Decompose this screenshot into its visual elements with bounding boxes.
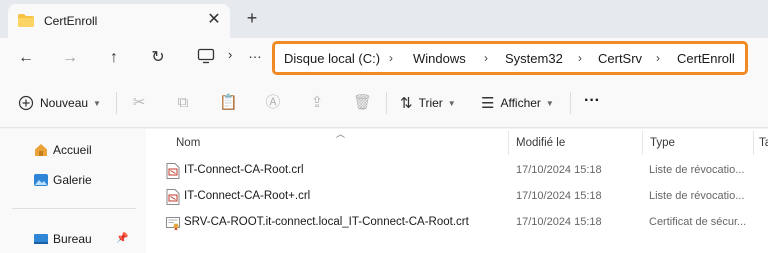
- certificate-file-icon: [166, 217, 180, 231]
- forward-arrow-icon[interactable]: →: [58, 46, 82, 70]
- crl-file-icon: [166, 163, 180, 179]
- file-modified: 17/10/2024 15:18: [516, 190, 602, 202]
- chevron-down-icon: ▼: [545, 98, 554, 108]
- file-type: Liste de révocatio...: [649, 190, 745, 202]
- chevron-down-icon: ▼: [93, 98, 101, 108]
- paste-icon[interactable]: 📋: [219, 94, 238, 112]
- tab-certenroll[interactable]: CertEnroll ✕: [8, 4, 230, 38]
- more-options-button[interactable]: ···: [584, 91, 600, 111]
- chevron-right-icon[interactable]: ›: [484, 51, 488, 65]
- file-name: IT-Connect-CA-Root.crl: [184, 164, 304, 176]
- breadcrumb-item-windows[interactable]: Windows: [413, 51, 466, 66]
- sort-button-label: Trier: [418, 96, 443, 110]
- sort-button[interactable]: ⇅ Trier ▼: [400, 93, 456, 113]
- divider: [386, 92, 387, 114]
- home-icon: [35, 144, 47, 156]
- sidebar-item-accueil[interactable]: Accueil: [33, 141, 92, 159]
- refresh-icon[interactable]: ↻: [146, 46, 170, 70]
- delete-icon[interactable]: 🗑: [353, 94, 372, 112]
- chevron-right-icon[interactable]: ›: [656, 51, 660, 65]
- new-button[interactable]: Nouveau ▼: [18, 93, 101, 113]
- divider: [12, 208, 136, 209]
- command-bar: Nouveau ▼ ✂ ⧉ 📋 Ⓐ ⇪ 🗑 ⇅ Trier ▼ ☰ Affich…: [0, 78, 768, 128]
- crl-file-icon: [166, 189, 180, 205]
- breadcrumb[interactable]: Disque local (C:) › Windows › System32 ›…: [272, 41, 748, 75]
- cut-icon[interactable]: ✂: [130, 94, 148, 112]
- view-list-icon: ☰: [481, 95, 495, 112]
- chevron-right-icon[interactable]: ›: [578, 51, 582, 65]
- close-tab-icon[interactable]: ✕: [204, 10, 224, 30]
- gallery-icon: [34, 174, 48, 186]
- file-list: ︿ Nom Modifié le Type Ta IT-Connect-CA-R…: [146, 129, 768, 253]
- table-row[interactable]: IT-Connect-CA-Root+.crl 17/10/2024 15:18…: [146, 185, 768, 209]
- navigation-bar: ← → ↑ ↻ › … Disque local (C:) › Windows …: [0, 38, 768, 78]
- new-button-label: Nouveau: [40, 96, 89, 110]
- chevron-right-icon[interactable]: ›: [228, 47, 232, 62]
- rename-icon[interactable]: Ⓐ: [264, 94, 282, 112]
- table-row[interactable]: IT-Connect-CA-Root.crl 17/10/2024 15:18 …: [146, 159, 768, 183]
- file-name: SRV-CA-ROOT.it-connect.local_IT-Connect-…: [184, 216, 469, 228]
- breadcrumb-item-certsrv[interactable]: CertSrv: [598, 51, 642, 66]
- back-arrow-icon[interactable]: ←: [14, 46, 38, 70]
- column-header-name[interactable]: Nom: [176, 137, 200, 149]
- navigation-pane: Accueil Galerie Bureau 📌: [0, 129, 146, 253]
- chevron-down-icon: ▼: [447, 98, 456, 108]
- column-divider[interactable]: [642, 131, 643, 155]
- up-arrow-icon[interactable]: ↑: [102, 46, 126, 70]
- this-pc-icon[interactable]: [197, 47, 215, 65]
- file-modified: 17/10/2024 15:18: [516, 164, 602, 176]
- sidebar-item-label: Bureau: [53, 232, 92, 246]
- file-name: IT-Connect-CA-Root+.crl: [184, 190, 311, 202]
- file-modified: 17/10/2024 15:18: [516, 216, 602, 228]
- file-type: Liste de révocatio...: [649, 164, 745, 176]
- sort-icon: ⇅: [400, 95, 413, 112]
- file-type: Certificat de sécur...: [649, 216, 747, 228]
- sidebar-item-label: Accueil: [53, 143, 92, 157]
- sidebar-item-label: Galerie: [53, 173, 92, 187]
- sidebar-item-bureau[interactable]: Bureau: [33, 230, 92, 248]
- breadcrumb-item-system32[interactable]: System32: [505, 51, 563, 66]
- share-icon[interactable]: ⇪: [308, 94, 326, 112]
- column-header-size[interactable]: Ta: [759, 137, 768, 149]
- column-header-type[interactable]: Type: [650, 137, 675, 149]
- tab-strip: CertEnroll ✕ +: [0, 0, 768, 38]
- column-divider[interactable]: [508, 131, 509, 155]
- chevron-right-icon[interactable]: ›: [389, 51, 393, 65]
- divider: [570, 92, 571, 114]
- pin-icon[interactable]: 📌: [116, 233, 128, 244]
- tab-title: CertEnroll: [44, 14, 98, 28]
- plus-circle-icon: [18, 95, 34, 111]
- column-header-modified[interactable]: Modifié le: [516, 137, 565, 149]
- sort-ascending-icon: ︿: [336, 129, 346, 139]
- table-row[interactable]: SRV-CA-ROOT.it-connect.local_IT-Connect-…: [146, 211, 768, 235]
- breadcrumb-item-certenroll[interactable]: CertEnroll: [677, 51, 735, 66]
- view-button-label: Afficher: [500, 96, 541, 110]
- breadcrumb-item-local-disk[interactable]: Disque local (C:): [284, 51, 380, 66]
- divider: [116, 92, 117, 114]
- folder-icon: [18, 14, 34, 27]
- sidebar-item-galerie[interactable]: Galerie: [33, 171, 92, 189]
- view-button[interactable]: ☰ Afficher ▼: [481, 93, 554, 113]
- desktop-icon: [34, 234, 48, 244]
- new-tab-button[interactable]: +: [242, 8, 262, 28]
- hidden-path-more-button[interactable]: …: [248, 45, 263, 61]
- copy-icon[interactable]: ⧉: [174, 94, 192, 112]
- column-divider[interactable]: [753, 131, 754, 155]
